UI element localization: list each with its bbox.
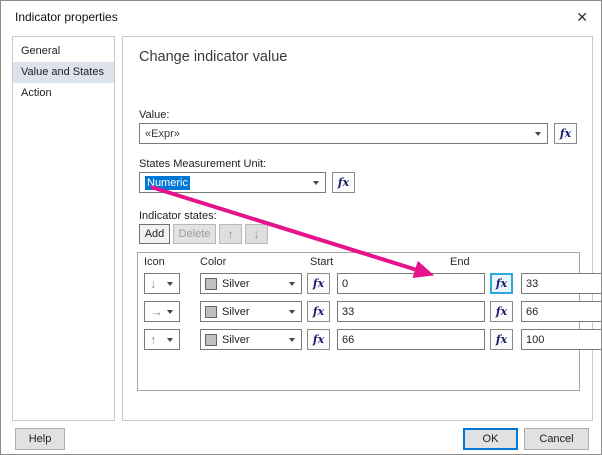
chevron-down-icon[interactable] [535,131,541,136]
indicator-properties-dialog: Indicator properties ✕ General Value and… [0,0,602,455]
delete-state-button[interactable]: Delete [173,224,216,244]
add-state-button[interactable]: Add [139,224,170,244]
move-down-icon[interactable]: ↓ [245,224,268,244]
help-button[interactable]: Help [15,428,65,450]
chevron-down-icon[interactable] [313,180,319,185]
chevron-down-icon[interactable] [289,309,295,314]
chevron-down-icon[interactable] [289,337,295,342]
color-swatch [205,333,217,346]
value-fx-button[interactable]: fx [554,123,577,144]
page-title: Change indicator value [139,49,288,65]
main-panel: Change indicator value Value: «Expr» fx … [122,36,601,421]
chevron-down-icon[interactable] [167,337,173,342]
color-name: Silver [222,305,250,318]
start-input[interactable] [337,329,485,350]
end-input[interactable] [521,329,601,350]
end-input[interactable] [521,301,601,322]
color-fx-button[interactable]: fx [307,273,330,294]
unit-selected-text: Numeric [145,175,190,190]
unit-combobox[interactable]: Numeric [139,172,326,193]
color-dropdown[interactable]: Silver [200,301,302,322]
unit-fx-button[interactable]: fx [332,172,355,193]
icon-dropdown[interactable]: ↑ [144,329,180,350]
states-table: Icon Color Start End ↓ Silver fx 0 fx 33… [137,252,601,391]
start-fx-button[interactable]: fx [490,273,513,294]
unit-label: States Measurement Unit: [139,158,267,170]
column-header-end: End [450,256,470,268]
color-dropdown[interactable]: Silver [200,273,302,294]
color-name: Silver [222,333,250,346]
sidebar-item-value-and-states[interactable]: Value and States [13,62,114,83]
value-label: Value: [139,109,170,121]
end-input[interactable] [521,273,601,294]
indicator-states-label: Indicator states: [139,210,217,222]
close-icon[interactable]: ✕ [576,8,588,26]
icon-dropdown[interactable]: ↓ [144,273,180,294]
column-header-icon: Icon [144,256,165,268]
chevron-down-icon[interactable] [289,281,295,286]
color-swatch [205,277,217,290]
start-input[interactable] [337,301,485,322]
titlebar: Indicator properties ✕ [1,1,601,33]
up-arrow-icon: ↑ [150,332,157,347]
chevron-down-icon[interactable] [167,309,173,314]
sidebar-item-general[interactable]: General [13,41,114,62]
chevron-down-icon[interactable] [167,281,173,286]
sidebar-item-action[interactable]: Action [13,83,114,104]
color-dropdown[interactable]: Silver [200,329,302,350]
icon-dropdown[interactable]: → [144,301,180,322]
start-input[interactable] [337,273,485,294]
table-row: ↓ Silver fx fx fx [138,273,601,294]
down-arrow-icon: ↓ [150,276,157,291]
start-fx-button[interactable]: fx [490,301,513,322]
color-fx-button[interactable]: fx [307,301,330,322]
dialog-title: Indicator properties [15,10,118,24]
value-expression-text: «Expr» [145,127,180,140]
start-fx-button[interactable]: fx [490,329,513,350]
value-combobox[interactable]: «Expr» [139,123,548,144]
column-header-start: Start [310,256,334,268]
color-name: Silver [222,277,250,290]
color-swatch [205,305,217,318]
move-up-icon[interactable]: ↑ [219,224,242,244]
right-arrow-icon: → [150,304,163,319]
column-header-color: Color [200,256,227,268]
table-row: → Silver fx fx fx [138,301,601,322]
ok-button[interactable]: OK [463,428,518,450]
sidebar: General Value and States Action [12,36,115,421]
states-toolbar: Add Delete ↑ ↓ [139,224,268,244]
cancel-button[interactable]: Cancel [524,428,589,450]
table-row: ↑ Silver fx fx fx [138,329,601,350]
color-fx-button[interactable]: fx [307,329,330,350]
